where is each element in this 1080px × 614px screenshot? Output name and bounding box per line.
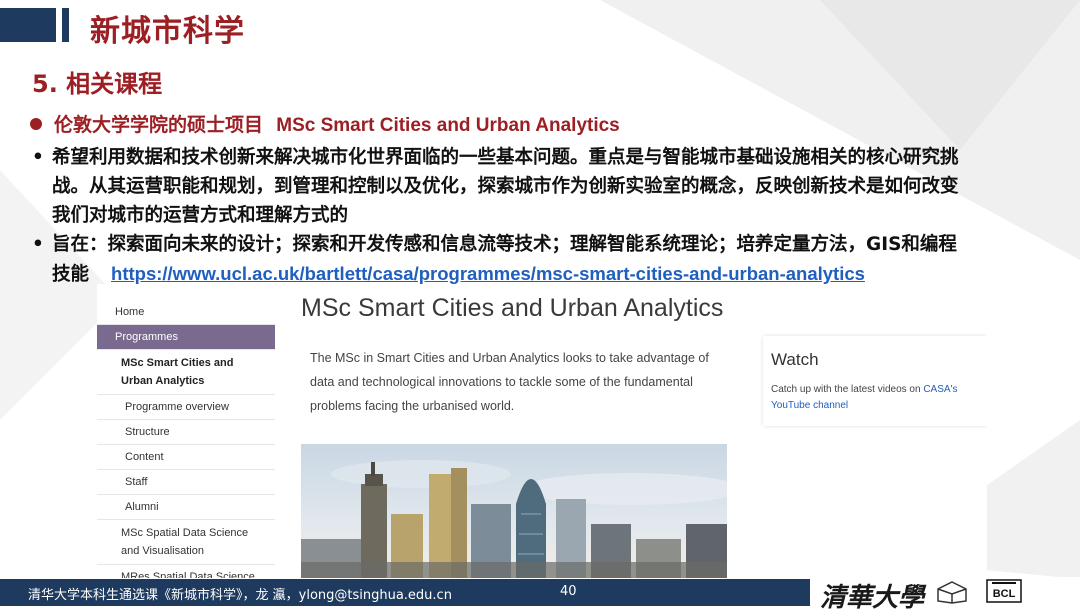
bullet-mark-icon: • <box>32 234 44 255</box>
p1-line3: 我们对城市的运营方式和理解方式的 <box>52 205 349 226</box>
bullet-mark-icon: • <box>32 147 44 168</box>
header-block <box>0 8 56 42</box>
program-bullet: 伦敦大学学院的硕士项目 MSc Smart Cities and Urban A… <box>30 110 620 137</box>
nav-spatial[interactable]: MSc Spatial Data Science and Visualisati… <box>97 520 275 565</box>
section-title: 5. 相关课程 <box>32 70 163 98</box>
nav-content[interactable]: Content <box>97 445 275 470</box>
nav-home[interactable]: Home <box>97 300 275 325</box>
page-number: 40 <box>560 584 577 599</box>
nav-mres[interactable]: MRes Spatial Data Science <box>97 565 275 578</box>
p1-line1: 希望利用数据和技术创新来解决城市化世界面临的一些基本问题。重点是与智能城市基础设… <box>52 147 959 168</box>
web-intro: The MSc in Smart Cities and Urban Analyt… <box>310 351 709 413</box>
nav-current-program[interactable]: MSc Smart Cities and Urban Analytics <box>97 350 275 395</box>
svg-text:BCL: BCL <box>993 588 1016 600</box>
nav-programmes[interactable]: Programmes <box>97 325 275 350</box>
nav-overview[interactable]: Programme overview <box>97 395 275 420</box>
p2-line2: 技能 <box>52 264 90 285</box>
web-page-title: MSc Smart Cities and Urban Analytics <box>301 294 724 322</box>
side-nav: Home Programmes MSc Smart Cities and Urb… <box>97 300 275 578</box>
program-url-link[interactable]: https://www.ucl.ac.uk/bartlett/casa/prog… <box>111 263 865 284</box>
city-skyline-image <box>301 444 727 578</box>
program-heading: 伦敦大学学院的硕士项目 MSc Smart Cities and Urban A… <box>54 110 620 137</box>
nav-structure[interactable]: Structure <box>97 420 275 445</box>
nav-staff[interactable]: Staff <box>97 470 275 495</box>
watch-heading: Watch <box>771 350 819 369</box>
watch-text-body: Catch up with the latest videos on <box>771 384 924 395</box>
tsinghua-logo: 清華大學 <box>820 583 925 613</box>
p2-line1: 旨在：探索面向未来的设计；探索和开发传感和信息流等技术；理解智能系统理论；培养定… <box>52 234 957 255</box>
header-bar <box>62 8 69 42</box>
program-name: MSc Smart Cities and Urban Analytics <box>276 115 620 136</box>
watch-text: Catch up with the latest videos on CASA'… <box>771 382 981 414</box>
bullet-dot-icon <box>30 117 42 130</box>
bcl-logo: BCL <box>986 579 1022 603</box>
p1-line2: 战。从其运营职能和规划，到管理和控制以及优化，探索城市作为创新实验室的概念，反映… <box>52 176 959 197</box>
goal-paragraph: • 希望利用数据和技术创新来解决城市化世界面临的一些基本问题。重点是与智能城市基础… <box>32 143 1062 230</box>
website-screenshot: Home Programmes MSc Smart Cities and Urb… <box>97 284 987 578</box>
slide-title: 新城市科学 <box>90 14 245 49</box>
aim-paragraph: • 旨在：探索面向未来的设计；探索和开发传感和信息流等技术；理解智能系统理论；培养… <box>32 230 1062 289</box>
watch-card: Watch Catch up with the latest videos on… <box>763 336 987 426</box>
nav-alumni[interactable]: Alumni <box>97 495 275 520</box>
lab-cube-icon <box>937 581 967 604</box>
program-prefix: 伦敦大学学院的硕士项目 <box>54 114 264 136</box>
footer-course-info: 清华大学本科生通选课《新城市科学》，龙 瀛，ylong@tsinghua.edu… <box>28 588 452 603</box>
footer-logos: 清華大學 BCL <box>810 577 1080 613</box>
